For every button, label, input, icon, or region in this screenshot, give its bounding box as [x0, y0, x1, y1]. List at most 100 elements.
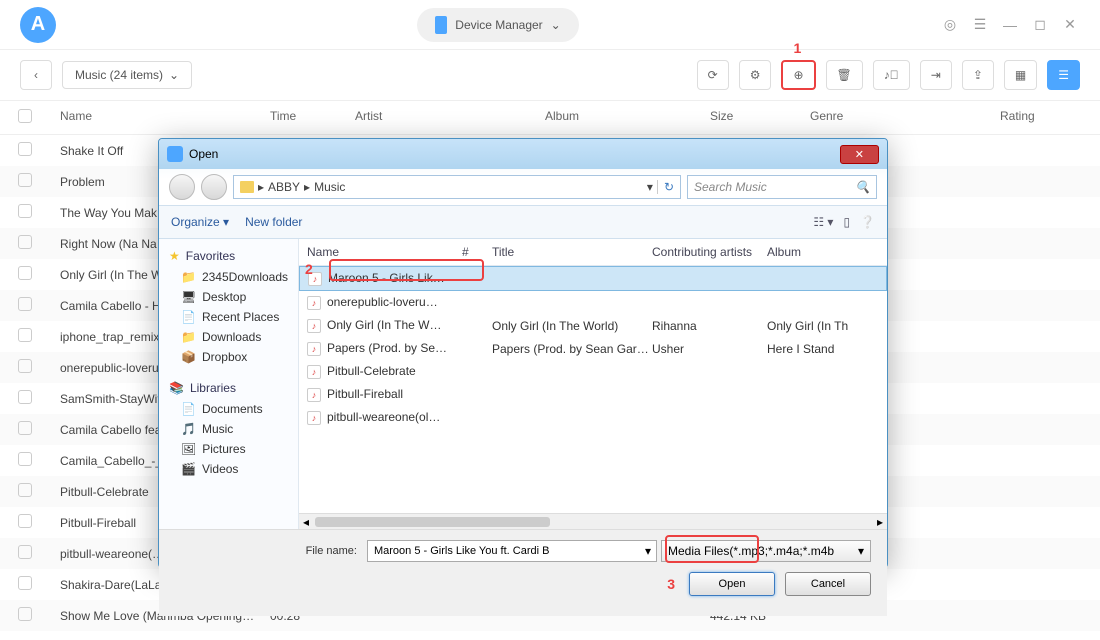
grid-view-button[interactable]: ▦	[1004, 60, 1037, 90]
sidebar-item[interactable]: 📄Recent Places	[159, 307, 298, 327]
preview-pane-button[interactable]: ▯	[843, 215, 850, 229]
file-row[interactable]: ♪onerepublic-loveru…	[299, 291, 887, 314]
row-checkbox[interactable]	[18, 452, 32, 466]
help-button[interactable]: ❔	[860, 215, 875, 229]
col-genre[interactable]: Genre	[810, 109, 1000, 126]
col-name[interactable]: Name	[50, 109, 270, 126]
music-note-button[interactable]: ♪⃝	[873, 60, 910, 90]
dialog-footer: File name: ▾ Media Files(*.mp3;*.m4a;*.m…	[159, 529, 887, 616]
dialog-toolbar: Organize ▾ New folder ☷ ▾ ▯ ❔	[159, 205, 887, 239]
sidebar-item[interactable]: 🖼Pictures	[159, 439, 298, 459]
view-options-button[interactable]: ☷ ▾	[813, 215, 833, 229]
libraries-group[interactable]: 📚Libraries	[159, 377, 298, 399]
target-icon[interactable]: ◎	[940, 15, 960, 35]
folder-icon	[240, 181, 254, 193]
toolbar: ‹ Music (24 items) ⌄ ⟳ ⚙ ⊕ 1 🗑 ♪⃝ ⇥ ⇪ ▦ …	[0, 50, 1100, 100]
dialog-titlebar: Open ✕	[159, 139, 887, 169]
file-row[interactable]: ♪Only Girl (In The W…Only Girl (In The W…	[299, 314, 887, 337]
fh-contrib[interactable]: Contributing artists	[652, 245, 767, 259]
row-checkbox[interactable]	[18, 235, 32, 249]
col-album[interactable]: Album	[545, 109, 710, 126]
menu-icon[interactable]: ☰	[970, 15, 990, 35]
horizontal-scrollbar[interactable]: ◂▸	[299, 513, 887, 529]
chevron-down-icon: ⌄	[551, 18, 561, 32]
row-checkbox[interactable]	[18, 266, 32, 280]
fh-num[interactable]: #	[462, 245, 492, 259]
row-checkbox[interactable]	[18, 576, 32, 590]
delete-button[interactable]: 🗑	[826, 60, 863, 90]
device-manager-label: Device Manager	[455, 18, 542, 32]
fh-album[interactable]: Album	[767, 245, 879, 259]
row-checkbox[interactable]	[18, 545, 32, 559]
file-name-input[interactable]	[367, 540, 657, 562]
fh-name[interactable]: Name	[307, 245, 462, 259]
file-name-label: File name:	[306, 545, 357, 557]
app-logo: A	[20, 7, 56, 43]
row-checkbox[interactable]	[18, 607, 32, 621]
sidebar-item[interactable]: 📁Downloads	[159, 327, 298, 347]
sidebar-item[interactable]: 📦Dropbox	[159, 347, 298, 367]
file-row[interactable]: ♪Papers (Prod. by Se…Papers (Prod. by Se…	[299, 337, 887, 360]
send-to-device-button[interactable]: ⇪	[962, 60, 994, 90]
music-dropdown[interactable]: Music (24 items) ⌄	[62, 61, 192, 89]
new-folder-button[interactable]: New folder	[245, 215, 302, 229]
dialog-nav: ▸ ABBY ▸ Music ▾ ↻ Search Music 🔍	[159, 169, 887, 205]
annotation-2: 2	[305, 261, 313, 277]
file-row[interactable]: ♪pitbull-weareone(ol…	[299, 406, 887, 429]
path-part[interactable]: ABBY	[268, 180, 300, 194]
add-button[interactable]: ⊕	[781, 60, 815, 90]
nav-back-button[interactable]	[169, 174, 195, 200]
cancel-button[interactable]: Cancel	[785, 572, 871, 596]
col-size[interactable]: Size	[710, 109, 810, 126]
path-part[interactable]: Music	[314, 180, 345, 194]
row-checkbox[interactable]	[18, 297, 32, 311]
close-button[interactable]: ✕	[1060, 15, 1080, 35]
titlebar: A Device Manager ⌄ ◎ ☰ — ◻ ✕	[0, 0, 1100, 50]
row-checkbox[interactable]	[18, 390, 32, 404]
file-open-dialog: Open ✕ ▸ ABBY ▸ Music ▾ ↻ Search Music 🔍…	[158, 138, 888, 568]
refresh-path-icon[interactable]: ↻	[657, 180, 674, 194]
open-button[interactable]: Open	[689, 572, 775, 596]
device-manager-dropdown[interactable]: Device Manager ⌄	[417, 8, 578, 42]
table-header: Name Time Artist Album Size Genre Rating	[0, 100, 1100, 135]
row-checkbox[interactable]	[18, 328, 32, 342]
nav-forward-button[interactable]	[201, 174, 227, 200]
settings-button[interactable]: ⚙	[739, 60, 772, 90]
minimize-button[interactable]: —	[1000, 15, 1020, 35]
sidebar-item[interactable]: 🎬Videos	[159, 459, 298, 479]
list-view-button[interactable]: ☰	[1047, 60, 1080, 90]
dialog-title: Open	[189, 147, 218, 161]
row-checkbox[interactable]	[18, 204, 32, 218]
sidebar-item[interactable]: 📁2345Downloads	[159, 267, 298, 287]
dialog-search-input[interactable]: Search Music 🔍	[687, 175, 877, 199]
refresh-button[interactable]: ⟳	[697, 60, 729, 90]
dialog-close-button[interactable]: ✕	[840, 145, 879, 164]
row-checkbox[interactable]	[18, 359, 32, 373]
file-type-dropdown[interactable]: Media Files(*.mp3;*.m4a;*.m4b▾	[661, 540, 871, 562]
col-artist[interactable]: Artist	[355, 109, 545, 126]
file-row[interactable]: ♪Pitbull-Celebrate	[299, 360, 887, 383]
sidebar-item[interactable]: 📄Documents	[159, 399, 298, 419]
fh-title[interactable]: Title	[492, 245, 652, 259]
row-checkbox[interactable]	[18, 142, 32, 156]
dialog-app-icon	[167, 146, 183, 162]
back-button[interactable]: ‹	[20, 60, 52, 90]
row-checkbox[interactable]	[18, 514, 32, 528]
row-checkbox[interactable]	[18, 483, 32, 497]
maximize-button[interactable]: ◻	[1030, 15, 1050, 35]
favorites-group[interactable]: ★Favorites	[159, 245, 298, 267]
file-row[interactable]: ♪Pitbull-Fireball	[299, 383, 887, 406]
row-checkbox[interactable]	[18, 421, 32, 435]
phone-icon	[435, 16, 447, 34]
col-time[interactable]: Time	[270, 109, 355, 126]
select-all-checkbox[interactable]	[18, 109, 32, 123]
music-dropdown-label: Music (24 items)	[75, 68, 163, 82]
row-checkbox[interactable]	[18, 173, 32, 187]
organize-menu[interactable]: Organize ▾	[171, 215, 229, 229]
path-bar[interactable]: ▸ ABBY ▸ Music ▾ ↻	[233, 175, 681, 199]
col-rating[interactable]: Rating	[1000, 109, 1090, 126]
file-row[interactable]: ♪Maroon 5 - Girls Lik…	[299, 266, 887, 291]
sidebar-item[interactable]: 🎵Music	[159, 419, 298, 439]
sidebar-item[interactable]: 🖥Desktop	[159, 287, 298, 307]
export-button[interactable]: ⇥	[920, 60, 952, 90]
